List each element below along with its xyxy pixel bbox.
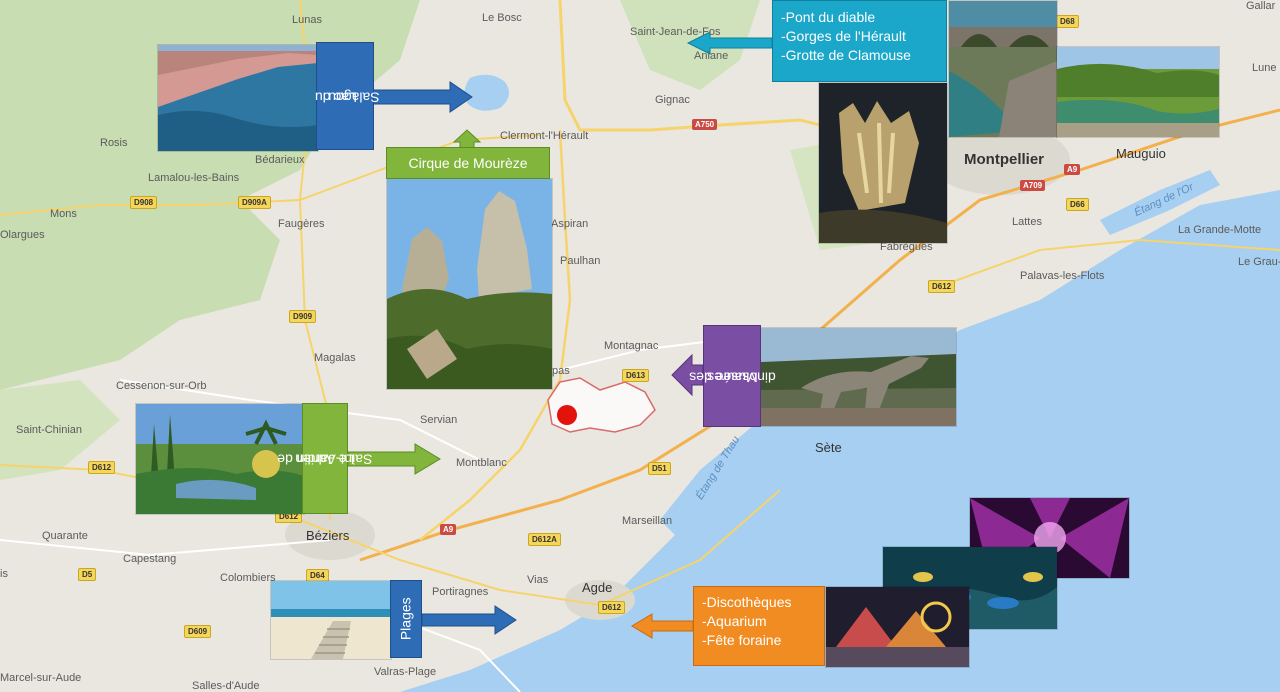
photo-musee-dinosaures xyxy=(760,327,957,427)
callout-disco-line3: -Fête foraine xyxy=(702,631,782,648)
place-cessenon: Cessenon-sur-Orb xyxy=(116,380,207,392)
road-shield-d609: D609 xyxy=(184,625,212,638)
location-marker xyxy=(557,405,577,425)
place-agde: Agde xyxy=(582,580,613,595)
road-shield-d5: D5 xyxy=(78,568,97,581)
place-rosis: Rosis xyxy=(100,137,128,149)
photo-grotte-clamouse xyxy=(818,82,948,244)
place-la-grande-motte: La Grande-Motte xyxy=(1178,224,1262,236)
place-portiragnes: Portiragnes xyxy=(432,586,489,598)
place-lunas: Lunas xyxy=(292,14,322,26)
place-pas: pas xyxy=(552,365,570,377)
place-salles: Salles-d'Aude xyxy=(192,680,260,692)
place-beziers: Béziers xyxy=(306,528,350,543)
photo-fete-foraine xyxy=(825,586,970,668)
place-quarante: Quarante xyxy=(42,530,88,542)
place-gallar: Gallar xyxy=(1246,0,1276,12)
place-st-chinian: Saint-Chinian xyxy=(16,424,83,436)
road-shield-a9-east: A9 xyxy=(1064,164,1081,175)
place-paulhan: Paulhan xyxy=(560,255,601,267)
callout-jardin-line2: Saint-Adrien xyxy=(295,451,373,468)
road-shield-d909a: D909A xyxy=(238,196,271,209)
road-shield-d68: D68 xyxy=(1056,15,1079,28)
place-is: is xyxy=(0,568,8,580)
place-lamalou: Lamalou-les-Bains xyxy=(148,172,240,184)
callout-cirque-moureze[interactable]: Cirque de Mourèze xyxy=(386,147,550,179)
place-montblanc: Montblanc xyxy=(456,457,507,469)
road-shield-a9-west: A9 xyxy=(440,524,457,535)
callout-discotheques[interactable]: -Discothèques -Aquarium -Fête foraine xyxy=(693,586,825,666)
road-shield-d613: D613 xyxy=(622,369,650,382)
callout-plages[interactable]: Plages xyxy=(390,580,422,658)
place-palavas: Palavas-les-Flots xyxy=(1020,270,1105,282)
place-bedarieux: Bédarieux xyxy=(255,154,305,166)
place-aspiran: Aspiran xyxy=(551,218,589,230)
place-olargues: Olargues xyxy=(0,229,45,241)
photo-pont-diable xyxy=(948,0,1058,138)
road-shield-d612-agde: D612 xyxy=(598,601,626,614)
place-le-bosc: Le Bosc xyxy=(482,12,522,24)
place-servian: Servian xyxy=(420,414,458,426)
place-mons: Mons xyxy=(50,208,77,220)
place-le-grau: Le Grau- xyxy=(1238,256,1280,268)
place-vias: Vias xyxy=(527,574,549,586)
callout-pont-diable[interactable]: -Pont du diable -Gorges de l'Hérault -Gr… xyxy=(772,0,947,82)
road-shield-a709: A709 xyxy=(1020,180,1046,191)
place-mauguio: Mauguio xyxy=(1116,146,1166,161)
callout-jardin-saint-adrien[interactable]: Le Jardin de Saint-Adrien xyxy=(278,403,372,514)
place-st-jean: Saint-Jean-de-Fos xyxy=(630,26,721,38)
callout-lac-line2: Salagou xyxy=(328,88,380,105)
place-sete: Sète xyxy=(815,440,842,455)
place-magalas: Magalas xyxy=(314,352,356,364)
road-shield-d66: D66 xyxy=(1066,198,1089,211)
photo-gorges-herault xyxy=(1056,46,1220,138)
place-marcel: Marcel-sur-Aude xyxy=(0,672,82,684)
road-shield-d909: D909 xyxy=(289,310,317,323)
photo-plages xyxy=(270,580,392,660)
photo-lac-salagou xyxy=(157,44,319,152)
callout-pont-line1: -Pont du diable xyxy=(781,9,876,25)
place-aniane: Aniane xyxy=(694,50,729,62)
road-shield-d612-east: D612 xyxy=(928,280,956,293)
callout-pont-line2: -Gorges de l'Hérault xyxy=(781,27,906,44)
photo-cirque-moureze xyxy=(386,178,553,390)
place-clermont: Clermont-l'Hérault xyxy=(500,130,589,142)
callout-disco-line1: -Discothèques xyxy=(702,594,792,610)
place-colombiers: Colombiers xyxy=(220,572,276,584)
callout-musee-dinosaures[interactable]: Musée des dinosaures xyxy=(689,325,775,427)
place-lattes: Lattes xyxy=(1012,216,1042,228)
callout-lac-salagou[interactable]: Lac du Salagou xyxy=(315,42,379,150)
callout-pont-line3: -Grotte de Clamouse xyxy=(781,46,911,63)
place-marseillan: Marseillan xyxy=(622,515,673,527)
place-montpellier: Montpellier xyxy=(964,151,1045,168)
callout-plages-label: Plages xyxy=(397,597,414,641)
road-shield-d612-west: D612 xyxy=(88,461,116,474)
road-shield-d908: D908 xyxy=(130,196,158,209)
place-capestang: Capestang xyxy=(123,553,177,565)
place-gignac: Gignac xyxy=(655,94,690,106)
callout-disco-line2: -Aquarium xyxy=(702,612,767,629)
callout-cirque-label: Cirque de Mourèze xyxy=(408,154,528,171)
callout-musee-line2: dinosaures xyxy=(706,368,776,385)
place-lune: Lune xyxy=(1252,62,1277,74)
lake-salagou xyxy=(464,74,509,111)
place-valras: Valras-Plage xyxy=(374,666,437,678)
road-shield-d51: D51 xyxy=(648,462,671,475)
road-shield-a750: A750 xyxy=(692,119,718,130)
road-shield-d612a: D612A xyxy=(528,533,561,546)
place-faugeres: Faugères xyxy=(278,218,325,230)
place-montagnac: Montagnac xyxy=(604,340,659,352)
